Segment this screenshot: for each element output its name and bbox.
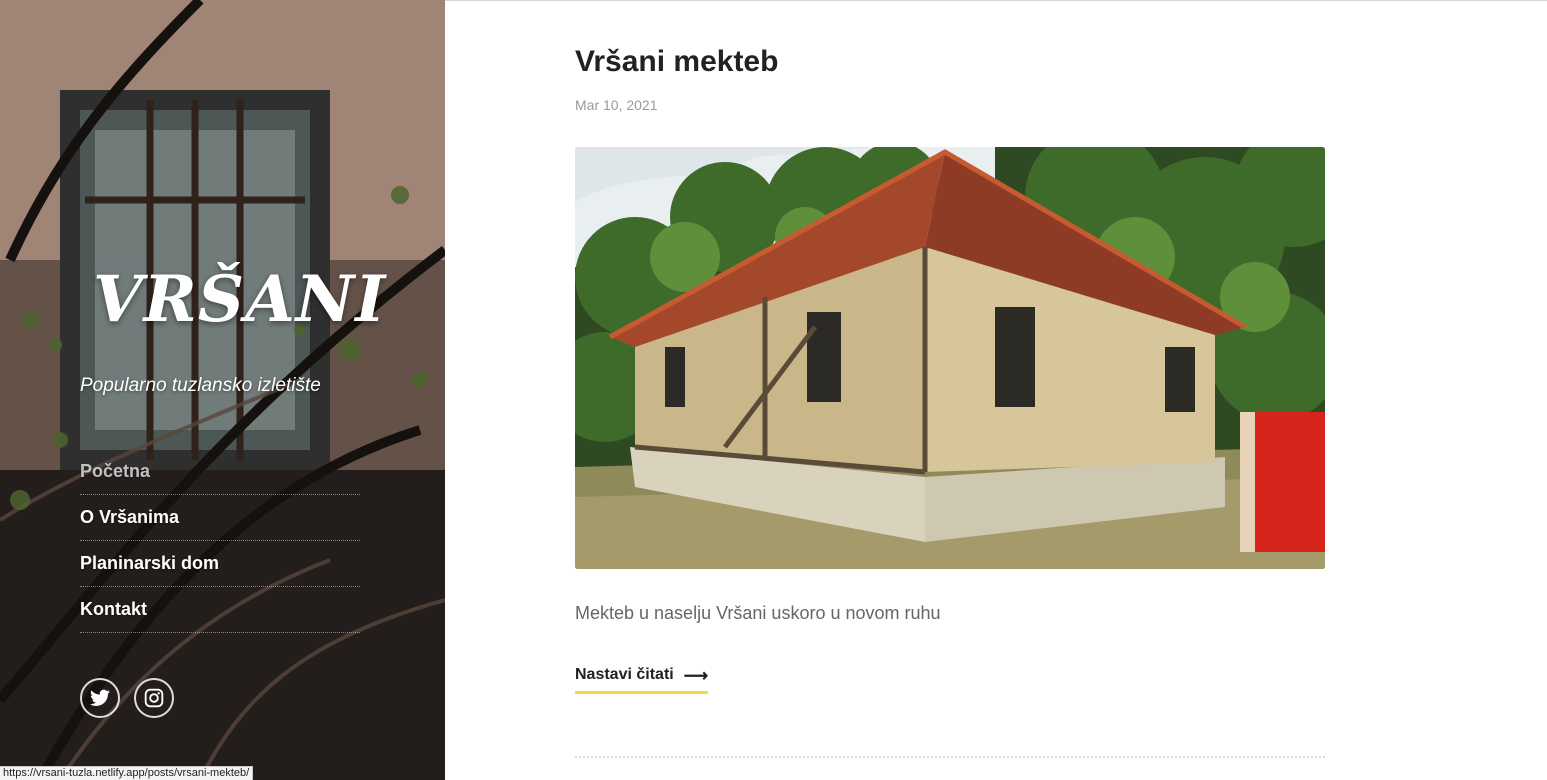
nav-item-o-vrsanima: O Vršanima — [80, 495, 360, 541]
nav-item-kontakt: Kontakt — [80, 587, 360, 633]
social-links — [80, 678, 174, 718]
old-house-photo — [575, 147, 1325, 569]
twitter-button[interactable] — [80, 678, 120, 718]
read-more-link[interactable]: Nastavi čitati ⟶ — [575, 665, 709, 694]
read-more-label: Nastavi čitati — [575, 666, 674, 683]
post-featured-image[interactable] — [575, 147, 1325, 569]
arrow-right-icon: ⟶ — [683, 665, 709, 685]
nav-link-pocetna[interactable]: Početna — [80, 461, 150, 482]
site-title[interactable]: VRŠANI — [93, 262, 386, 337]
nav-link-kontakt[interactable]: Kontakt — [80, 599, 147, 620]
main-navigation: Početna O Vršanima Planinarski dom Konta… — [80, 449, 360, 633]
nav-link-planinarski-dom[interactable]: Planinarski dom — [80, 553, 219, 574]
twitter-icon — [90, 689, 110, 706]
post-date: Mar 10, 2021 — [575, 97, 658, 113]
nav-item-planinarski-dom: Planinarski dom — [80, 541, 360, 587]
nav-link-o-vrsanima[interactable]: O Vršanima — [80, 507, 179, 528]
status-bar-url: https://vrsani-tuzla.netlify.app/posts/v… — [0, 766, 254, 780]
site-tagline: Popularno tuzlansko izletište — [80, 375, 321, 396]
top-divider — [445, 0, 1547, 1]
instagram-button[interactable] — [134, 678, 174, 718]
nav-item-pocetna: Početna — [80, 449, 360, 495]
instagram-icon — [144, 688, 164, 708]
sidebar: VRŠANI Popularno tuzlansko izletište Poč… — [0, 0, 445, 780]
post-excerpt: Mekteb u naselju Vršani uskoro u novom r… — [575, 603, 941, 623]
post-title[interactable]: Vršani mekteb — [575, 45, 778, 79]
post-divider — [575, 756, 1325, 758]
